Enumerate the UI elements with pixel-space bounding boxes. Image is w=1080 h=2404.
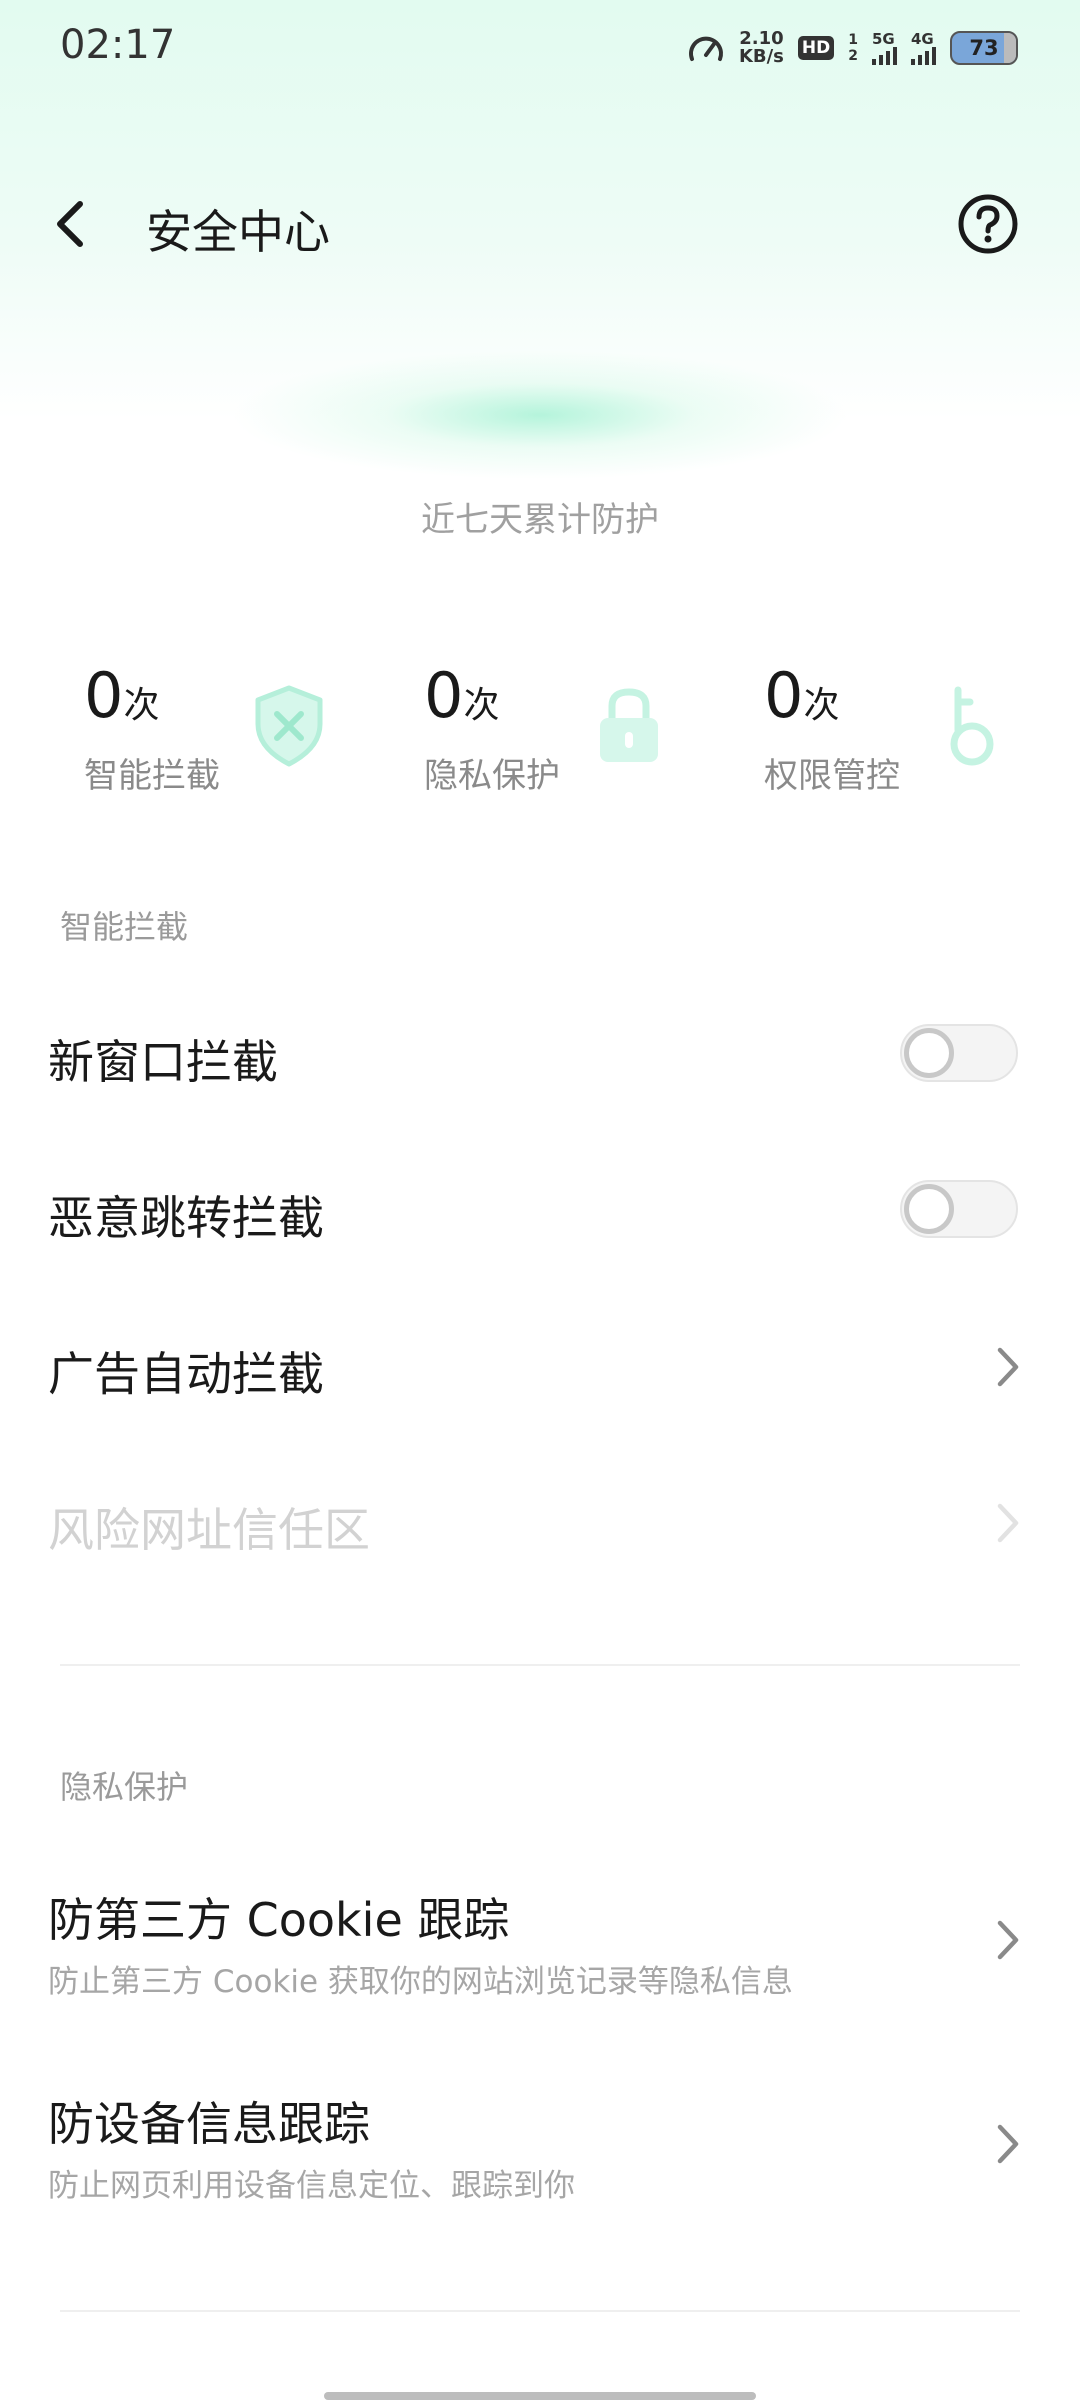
signal-bars-icon	[872, 46, 897, 65]
help-button[interactable]	[956, 192, 1020, 256]
speedometer-icon	[688, 36, 723, 61]
sim-slot-bottom: 2	[848, 48, 858, 64]
setting-label: 防第三方 Cookie 跟踪	[48, 1893, 510, 1947]
top-app-bar: 安全中心	[0, 170, 1080, 280]
network-speed: 2.10 KB/s	[739, 30, 784, 66]
page-title: 安全中心	[146, 205, 330, 259]
signal-bars-icon	[911, 46, 936, 65]
stat-count-value: 0	[84, 659, 124, 732]
sim-slot-indicator: 1 2	[848, 32, 858, 64]
setting-label: 恶意跳转拦截	[48, 1191, 324, 1245]
stat-count: 0次	[764, 660, 839, 742]
chevron-right-icon	[997, 1920, 1019, 1960]
hd-voice-badge: HD	[797, 36, 835, 60]
signal-5g: 5G	[872, 29, 897, 65]
stat-label: 隐私保护	[424, 756, 560, 796]
toggle-knob	[904, 1028, 954, 1078]
header-glow-decoration	[230, 350, 850, 480]
setting-row-malicious-redirect-block[interactable]: 恶意跳转拦截	[0, 1156, 1080, 1266]
lock-icon	[600, 688, 658, 762]
setting-row-device-info-tracking[interactable]: 防设备信息跟踪 防止网页利用设备信息定位、跟踪到你	[0, 2064, 1080, 2224]
network-speed-unit: KB/s	[738, 46, 784, 67]
chevron-right-icon	[997, 1503, 1019, 1543]
battery-level: 73	[969, 36, 999, 60]
security-center-page: 02:17 2.10 KB/s HD 1 2 5G 4G 73 安全中心 近七天…	[0, 0, 1080, 2404]
status-indicators: 2.10 KB/s HD 1 2 5G 4G 73	[687, 26, 1018, 70]
stat-unit: 次	[123, 685, 160, 726]
back-button[interactable]	[46, 194, 96, 254]
section-heading-smart-block: 智能拦截	[60, 908, 189, 946]
setting-row-new-window-block[interactable]: 新窗口拦截	[0, 1000, 1080, 1110]
battery-icon: 73	[950, 31, 1018, 65]
shield-x-icon	[255, 685, 323, 767]
protection-summary-caption: 近七天累计防护	[421, 500, 659, 540]
stat-count-value: 0	[424, 659, 464, 732]
status-bar: 02:17 2.10 KB/s HD 1 2 5G 4G 73	[0, 0, 1080, 96]
stat-count-value: 0	[764, 659, 804, 732]
stat-label: 权限管控	[764, 756, 900, 796]
home-indicator[interactable]	[324, 2392, 756, 2400]
status-time: 02:17	[60, 22, 176, 68]
toggle-knob	[904, 1184, 954, 1234]
setting-description: 防止网页利用设备信息定位、跟踪到你	[48, 2168, 575, 2204]
section-divider	[60, 2310, 1020, 2312]
setting-row-ad-auto-block[interactable]: 广告自动拦截	[0, 1312, 1080, 1422]
stat-unit: 次	[803, 685, 840, 726]
section-heading-privacy: 隐私保护	[60, 1768, 189, 1806]
chevron-right-icon	[997, 1347, 1019, 1387]
signal-4g: 4G	[911, 29, 936, 65]
setting-row-third-party-cookie[interactable]: 防第三方 Cookie 跟踪 防止第三方 Cookie 获取你的网站浏览记录等隐…	[0, 1860, 1080, 2020]
section-divider	[60, 1664, 1020, 1666]
network-type-5g: 5G	[872, 29, 895, 48]
stat-permission: 0次 权限管控	[764, 660, 1064, 800]
setting-label: 新窗口拦截	[48, 1035, 278, 1089]
stat-count: 0次	[84, 660, 159, 742]
new-window-block-toggle[interactable]	[900, 1024, 1018, 1082]
setting-row-risky-url-trust-zone: 风险网址信任区	[0, 1468, 1080, 1578]
setting-label: 风险网址信任区	[48, 1503, 370, 1557]
back-arrow-icon	[57, 201, 83, 247]
chevron-right-icon	[997, 2124, 1019, 2164]
stat-label: 智能拦截	[84, 756, 220, 796]
setting-description: 防止第三方 Cookie 获取你的网站浏览记录等隐私信息	[48, 1964, 793, 2000]
setting-label: 广告自动拦截	[48, 1347, 324, 1401]
stat-unit: 次	[463, 685, 500, 726]
question-circle-icon	[958, 194, 1018, 254]
stat-count: 0次	[424, 660, 499, 742]
malicious-redirect-block-toggle[interactable]	[900, 1180, 1018, 1238]
setting-label: 防设备信息跟踪	[48, 2097, 370, 2151]
network-type-4g: 4G	[911, 29, 934, 48]
stat-privacy: 0次 隐私保护	[424, 660, 724, 800]
stat-smart-block: 0次 智能拦截	[84, 660, 384, 800]
sim-slot-top: 1	[848, 32, 858, 48]
key-icon	[950, 686, 994, 766]
